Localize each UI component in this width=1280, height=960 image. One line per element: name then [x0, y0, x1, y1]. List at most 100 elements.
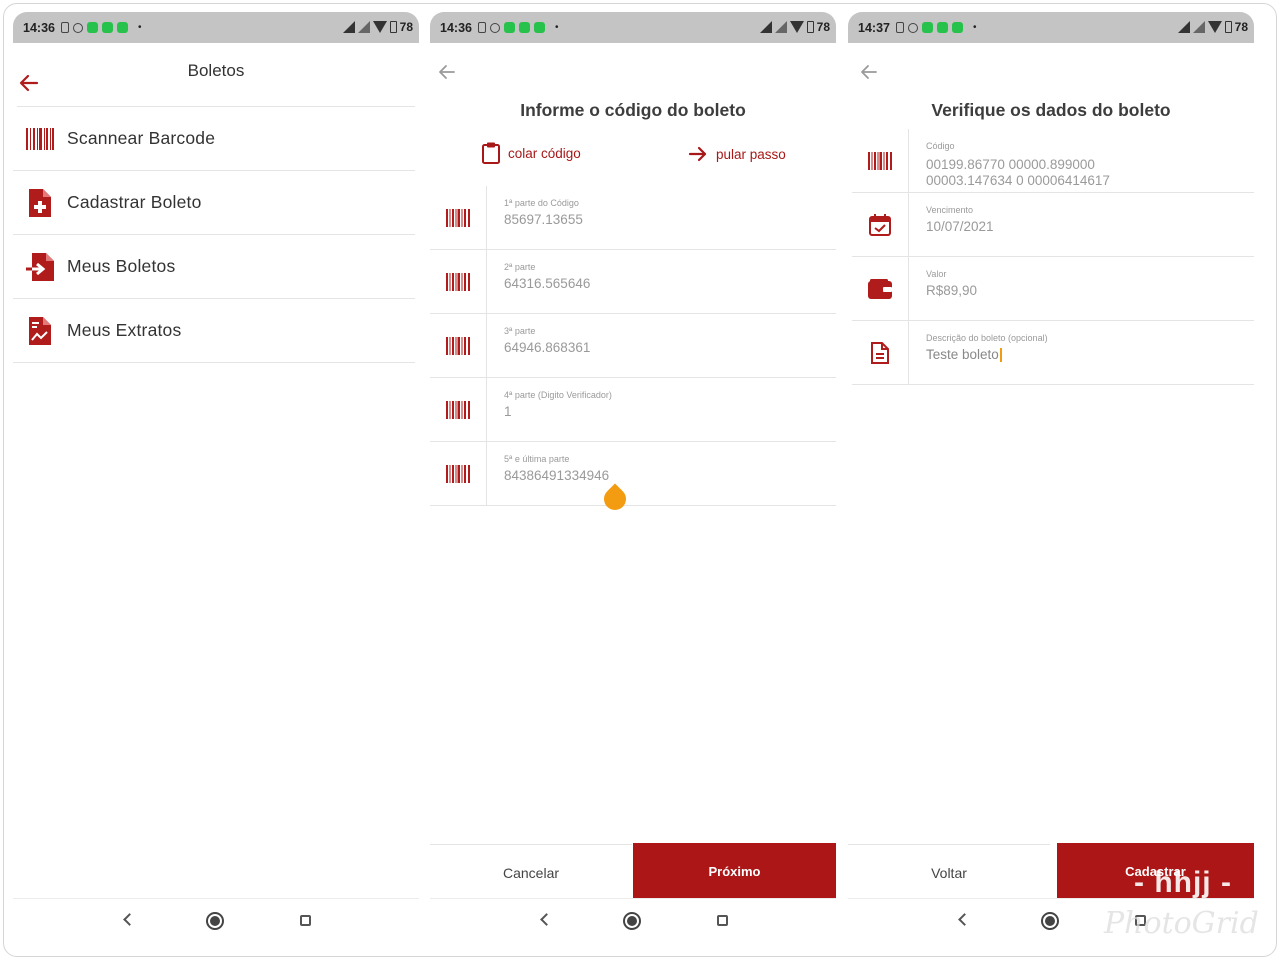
more-notifications-icon: •	[137, 22, 142, 33]
nav-back-icon[interactable]	[958, 913, 971, 926]
field-label: 3ª parte	[504, 326, 536, 336]
watermark-text: - hhjj -	[1134, 866, 1232, 899]
wifi-icon	[789, 21, 804, 33]
paste-code-label: colar código	[508, 145, 581, 161]
field-label: 1ª parte do Código	[504, 198, 579, 208]
signal-icon	[774, 21, 787, 33]
field-label: Valor	[926, 269, 947, 279]
code-part-3-field[interactable]: 3ª parte 64946.868361	[430, 314, 836, 378]
screen-informe-codigo: 14:36 • 78 Informe o código do boleto co…	[430, 12, 836, 950]
barcode-icon	[446, 401, 470, 419]
field-value: 84386491334946	[504, 468, 610, 483]
code-part-2-field[interactable]: 2ª parte 64316.565646	[430, 250, 836, 314]
android-nav-bar	[430, 898, 836, 944]
screen-verifique-dados: 14:37 • 78 Verifique os dados do boleto …	[848, 12, 1254, 950]
code-part-5-field[interactable]: 5ª e última parte 84386491334946	[430, 442, 836, 506]
field-label: 4ª parte (Digito Verificador)	[504, 390, 612, 400]
more-notifications-icon: •	[972, 22, 977, 33]
clipboard-icon	[482, 142, 500, 164]
skip-step-button[interactable]: pular passo	[688, 145, 786, 163]
battery-level: 78	[399, 20, 413, 34]
signal-icon	[1192, 21, 1205, 33]
whatsapp-icon	[101, 22, 113, 33]
field-value: 00199.86770 00000.899000 00003.147634 0 …	[926, 157, 1110, 189]
next-button[interactable]: Próximo	[633, 843, 836, 899]
screen-boletos-menu: 14:36 • 78 Boletos Scannear Barcode Cada…	[13, 12, 419, 950]
valor-field[interactable]: Valor R$89,90	[852, 257, 1254, 321]
nav-recents-icon[interactable]	[717, 915, 728, 926]
menu-item-label: Meus Extratos	[67, 320, 182, 340]
status-time: 14:37	[858, 20, 890, 35]
barcode-icon	[446, 465, 470, 483]
signal-icon	[342, 21, 355, 33]
battery-level: 78	[1234, 20, 1248, 34]
field-value: 1	[504, 404, 512, 419]
vibrate-icon	[477, 22, 486, 33]
descricao-field[interactable]: Descrição do boleto (opcional) Teste bol…	[852, 321, 1254, 385]
whatsapp-icon	[86, 22, 98, 33]
notification-icon	[533, 22, 545, 33]
file-chart-icon	[29, 316, 51, 345]
menu-item-scan-barcode[interactable]: Scannear Barcode	[13, 107, 415, 171]
menu-item-meus-boletos[interactable]: Meus Boletos	[13, 235, 415, 299]
code-line-1: 00199.86770 00000.899000	[926, 157, 1095, 172]
text-cursor	[999, 348, 1002, 363]
nav-back-icon[interactable]	[123, 913, 136, 926]
codigo-field[interactable]: Código 00199.86770 00000.899000 00003.14…	[852, 129, 1254, 193]
field-value: R$89,90	[926, 283, 978, 298]
paste-code-button[interactable]: colar código	[482, 142, 581, 164]
signal-icon	[357, 21, 370, 33]
menu-item-cadastrar-boleto[interactable]: Cadastrar Boleto	[13, 171, 415, 235]
back-arrow-icon[interactable]	[860, 64, 878, 80]
signal-icon	[759, 21, 772, 33]
nav-back-icon[interactable]	[540, 913, 553, 926]
notification-icon	[116, 22, 128, 33]
status-bar: 14:36 • 78	[13, 12, 419, 43]
barcode-icon	[446, 337, 470, 355]
page-title: Verifique os dados do boleto	[931, 100, 1171, 120]
menu-item-label: Scannear Barcode	[67, 128, 216, 148]
arrow-right-icon	[688, 146, 707, 162]
page-title: Boletos	[187, 61, 245, 80]
battery-icon	[389, 21, 397, 33]
vibrate-icon	[60, 22, 69, 33]
field-label: Código	[926, 141, 955, 151]
alarm-icon	[489, 22, 500, 33]
file-document-icon	[871, 342, 889, 364]
field-value: Teste boleto	[926, 347, 1002, 363]
wallet-icon	[868, 279, 892, 299]
alarm-icon	[72, 22, 83, 33]
wifi-icon	[1207, 21, 1222, 33]
menu-item-meus-extratos[interactable]: Meus Extratos	[13, 299, 415, 363]
whatsapp-icon	[518, 22, 530, 33]
back-button[interactable]: Voltar	[848, 844, 1050, 900]
skip-step-label: pular passo	[716, 146, 786, 162]
nav-home-icon[interactable]	[1041, 912, 1059, 930]
status-bar: 14:37 • 78	[848, 12, 1254, 43]
wifi-icon	[372, 21, 387, 33]
whatsapp-icon	[503, 22, 515, 33]
nav-home-icon[interactable]	[623, 912, 641, 930]
vencimento-field[interactable]: Vencimento 10/07/2021	[852, 193, 1254, 257]
menu-item-label: Meus Boletos	[67, 256, 176, 276]
whatsapp-icon	[921, 22, 933, 33]
battery-icon	[1224, 21, 1232, 33]
calendar-check-icon	[869, 214, 891, 236]
field-label: Descrição do boleto (opcional)	[926, 333, 1048, 343]
status-time: 14:36	[23, 20, 55, 35]
nav-recents-icon[interactable]	[300, 915, 311, 926]
barcode-icon	[868, 152, 892, 170]
barcode-icon	[26, 127, 54, 150]
field-label: Vencimento	[926, 205, 974, 215]
code-part-1-field[interactable]: 1ª parte do Código 85697.13655	[430, 186, 836, 250]
cancel-button[interactable]: Cancelar	[430, 844, 632, 900]
field-value: 64946.868361	[504, 340, 591, 355]
battery-icon	[806, 21, 814, 33]
nav-home-icon[interactable]	[206, 912, 224, 930]
page-title: Informe o código do boleto	[520, 100, 746, 120]
barcode-icon	[446, 273, 470, 291]
notification-icon	[951, 22, 963, 33]
file-plus-icon	[29, 188, 51, 217]
code-part-4-field[interactable]: 4ª parte (Digito Verificador) 1	[430, 378, 836, 442]
back-arrow-icon[interactable]	[438, 64, 456, 80]
